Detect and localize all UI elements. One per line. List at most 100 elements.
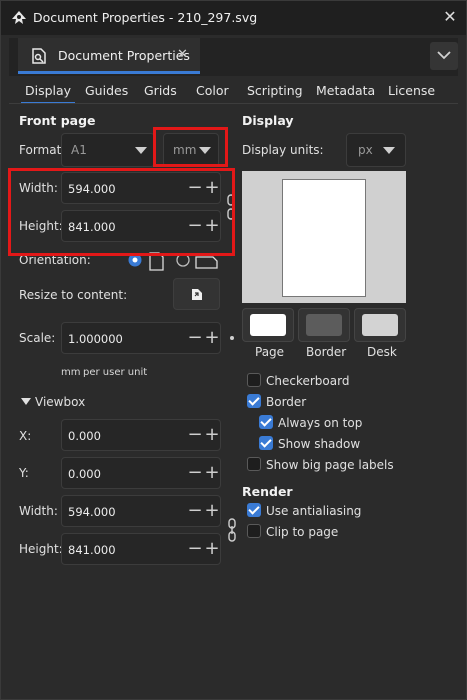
display-units-select[interactable]: px [346, 133, 406, 167]
chain-link-icon[interactable] [227, 518, 237, 542]
preview-page [282, 179, 366, 297]
scale-link-dot [230, 336, 234, 340]
clip-to-page-label: Clip to page [266, 525, 339, 539]
resize-to-content-button[interactable] [173, 278, 220, 310]
tab-license[interactable]: License [388, 83, 435, 98]
orientation-options[interactable] [128, 251, 220, 271]
page-color-swatch[interactable] [242, 308, 294, 342]
viewbox-y-label: Y: [19, 466, 29, 480]
landscape-icon [195, 256, 218, 269]
show-shadow-checkbox[interactable] [259, 436, 273, 450]
tab-display[interactable]: Display [20, 83, 76, 104]
page-unit-value: mm [173, 143, 197, 157]
display-units-value: px [358, 143, 373, 157]
viewbox-height-spinner[interactable]: 841.000 − + [61, 533, 221, 565]
chain-link-icon[interactable] [226, 194, 236, 220]
resize-page-icon [192, 289, 202, 300]
tab-scripting[interactable]: Scripting [247, 83, 303, 98]
document-properties-icon [32, 48, 46, 64]
increment-icon[interactable]: + [204, 178, 220, 198]
window-title: Document Properties - 210_297.svg [33, 10, 258, 25]
viewbox-x-value: 0.000 [68, 429, 101, 443]
orientation-label: Orientation: [19, 253, 91, 267]
dock-tab-label: Document Properties [58, 48, 190, 63]
increment-icon[interactable]: + [204, 216, 220, 236]
decrement-icon[interactable]: − [187, 216, 203, 236]
tab-menu-button[interactable] [430, 42, 458, 70]
increment-icon[interactable]: + [204, 501, 220, 521]
clip-to-page-checkbox[interactable] [247, 524, 261, 538]
checkerboard-checkbox[interactable] [247, 373, 261, 387]
decrement-icon[interactable]: − [187, 501, 203, 521]
display-heading: Display [242, 113, 294, 128]
scale-unit-suffix: per user unit [83, 367, 148, 378]
expander-arrow-icon[interactable] [21, 398, 31, 405]
format-value: A1 [71, 143, 87, 157]
viewbox-width-value: 594.000 [68, 505, 116, 519]
increment-icon[interactable]: + [204, 463, 220, 483]
page-unit-select[interactable]: mm [163, 133, 219, 167]
tab-color[interactable]: Color [196, 83, 229, 98]
viewbox-y-spinner[interactable]: 0.000 − + [61, 457, 221, 489]
viewbox-height-value: 841.000 [68, 543, 116, 557]
viewbox-heading[interactable]: Viewbox [35, 395, 85, 409]
checkerboard-label: Checkerboard [266, 374, 350, 388]
page-preview [242, 171, 406, 303]
close-tab-icon[interactable]: ✕ [177, 47, 188, 62]
format-select[interactable]: A1 [61, 133, 155, 167]
format-label: Format: [19, 143, 66, 157]
tab-grids[interactable]: Grids [144, 83, 177, 98]
tab-metadata[interactable]: Metadata [316, 83, 375, 98]
decrement-icon[interactable]: − [187, 539, 203, 559]
scale-unit: mm [61, 367, 81, 378]
page-height-value: 841.000 [68, 220, 116, 234]
always-on-top-checkbox[interactable] [259, 415, 273, 429]
viewbox-x-spinner[interactable]: 0.000 − + [61, 419, 221, 451]
document-properties-window: Document Properties - 210_297.svg ✕ Docu… [0, 0, 467, 700]
tab-guides[interactable]: Guides [85, 83, 128, 98]
viewbox-width-spinner[interactable]: 594.000 − + [61, 495, 221, 527]
decrement-icon[interactable]: − [187, 328, 203, 348]
render-heading: Render [242, 484, 293, 499]
decrement-icon[interactable]: − [187, 463, 203, 483]
increment-icon[interactable]: + [204, 425, 220, 445]
height-label: Height: [19, 219, 63, 233]
scale-label: Scale: [19, 331, 56, 345]
inkscape-logo-icon [12, 11, 26, 24]
chevron-down-icon [437, 51, 451, 60]
resize-to-content-label: Resize to content: [19, 288, 128, 302]
show-big-page-labels-checkbox[interactable] [247, 457, 261, 471]
border-checkbox[interactable] [247, 394, 261, 408]
page-width-spinner[interactable]: 594.000 − + [61, 172, 221, 204]
use-antialiasing-checkbox[interactable] [247, 503, 261, 517]
dock-tab-document-properties[interactable]: Document Properties ✕ [18, 38, 200, 74]
viewbox-height-label: Height: [19, 542, 63, 556]
portrait-icon [149, 252, 164, 271]
page-color-fill [250, 314, 286, 336]
always-on-top-label: Always on top [278, 416, 363, 430]
show-shadow-label: Show shadow [278, 437, 361, 451]
dock-tab-strip: Document Properties ✕ [9, 38, 458, 76]
border-swatch-label: Border [306, 345, 347, 359]
width-label: Width: [19, 181, 58, 195]
viewbox-x-label: X: [19, 429, 32, 443]
desk-swatch-label: Desk [367, 345, 397, 359]
chevron-down-icon [383, 147, 395, 154]
border-color-swatch[interactable] [298, 308, 350, 342]
close-window-icon[interactable]: ✕ [440, 7, 460, 27]
page-width-value: 594.000 [68, 182, 116, 196]
show-big-page-labels-label: Show big page labels [266, 458, 394, 472]
page-height-spinner[interactable]: 841.000 − + [61, 210, 221, 242]
display-units-label: Display units: [242, 143, 324, 157]
front-page-heading: Front page [19, 113, 96, 128]
page-swatch-label: Page [255, 345, 285, 359]
increment-icon[interactable]: + [204, 539, 220, 559]
border-color-fill [306, 314, 342, 336]
use-antialiasing-label: Use antialiasing [266, 504, 362, 518]
decrement-icon[interactable]: − [187, 178, 203, 198]
chevron-down-icon [199, 147, 211, 154]
decrement-icon[interactable]: − [187, 425, 203, 445]
increment-icon[interactable]: + [204, 328, 220, 348]
scale-spinner[interactable]: 1.000000 − + [61, 322, 221, 354]
desk-color-swatch[interactable] [354, 308, 406, 342]
